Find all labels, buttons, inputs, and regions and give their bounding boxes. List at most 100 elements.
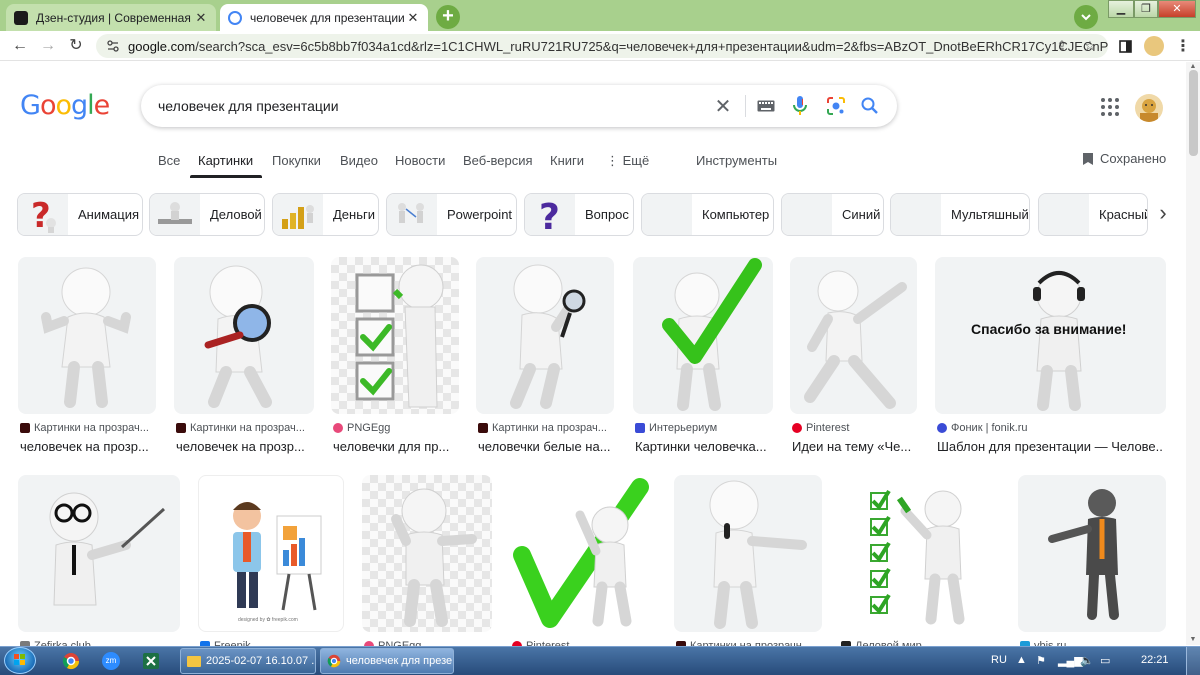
chip-business[interactable]: Деловой xyxy=(149,193,265,236)
nav-tab-images[interactable]: Картинки xyxy=(198,153,253,168)
result-source[interactable]: Картинки на прозрач... xyxy=(20,422,154,434)
minimize-button[interactable]: ▁ xyxy=(1108,0,1134,18)
language-indicator[interactable]: RU xyxy=(991,654,1007,666)
result-title[interactable]: человечки белые на... xyxy=(478,439,612,454)
result-title[interactable]: человечек на прозр... xyxy=(20,439,154,454)
keyboard-icon[interactable] xyxy=(755,95,777,117)
clock[interactable]: 22:21 xyxy=(1141,654,1169,666)
image-result[interactable]: Интерьериум Картинки человечка... xyxy=(633,257,773,457)
nav-tab-more[interactable]: ⋮ Ещё xyxy=(606,153,649,169)
nav-tab-shopping[interactable]: Покупки xyxy=(272,153,321,168)
site-info-icon[interactable] xyxy=(106,39,120,53)
chip-computer[interactable]: Компьютер xyxy=(641,193,774,236)
result-source[interactable]: Pinterest xyxy=(792,422,915,434)
account-avatar[interactable] xyxy=(1135,94,1163,122)
scrollbar-thumb[interactable] xyxy=(1189,70,1198,156)
close-tab-icon[interactable]: ✕ xyxy=(194,10,208,26)
image-result[interactable]: PNGEgg xyxy=(362,475,492,652)
image-result[interactable]: Картинки на прозрач... человечек на проз… xyxy=(174,257,314,457)
image-result[interactable]: vbis.ru xyxy=(1018,475,1166,652)
scroll-down-icon[interactable]: ▼ xyxy=(1188,636,1198,644)
volume-icon[interactable]: 🔈 xyxy=(1080,654,1094,667)
result-image[interactable] xyxy=(18,257,156,414)
nav-tab-books[interactable]: Книги xyxy=(550,153,584,168)
forward-icon[interactable]: → xyxy=(38,36,58,56)
google-apps-icon[interactable] xyxy=(1101,98,1119,116)
close-tab-icon[interactable]: ✕ xyxy=(406,10,420,26)
nav-tab-web[interactable]: Веб-версия xyxy=(463,153,533,168)
result-image[interactable] xyxy=(1018,475,1166,632)
flag-icon[interactable]: ⚑ xyxy=(1036,654,1046,667)
chips-next-icon[interactable]: › xyxy=(1148,193,1178,236)
tab-google-search[interactable]: человечек для презентации - П ✕ xyxy=(220,4,428,31)
result-image[interactable] xyxy=(331,257,459,414)
new-tab-button[interactable]: + xyxy=(436,5,460,29)
chip-powerpoint[interactable]: Powerpoint xyxy=(386,193,517,236)
browser-menu-icon[interactable]: ⋮ xyxy=(1175,38,1191,55)
result-image[interactable] xyxy=(510,475,656,632)
image-result[interactable]: Картинки на прозрач... человечки белые н… xyxy=(476,257,614,457)
result-image[interactable] xyxy=(198,475,344,632)
chip-cartoon[interactable]: Мультяшный xyxy=(890,193,1030,236)
chip-animation[interactable]: ? Анимация xyxy=(17,193,143,236)
result-title[interactable]: Картинки человечка... xyxy=(635,439,771,454)
nav-tab-all[interactable]: Все xyxy=(158,153,180,168)
share-icon[interactable]: ⇪ xyxy=(1054,38,1070,54)
battery-icon[interactable]: ▭ xyxy=(1100,654,1110,667)
image-result[interactable]: Спасибо за внимание! Фоник | fonik.ru Ша… xyxy=(935,257,1166,457)
search-box[interactable]: человечек для презентации ✕ xyxy=(141,85,897,127)
result-source[interactable]: Фоник | fonik.ru xyxy=(937,422,1164,434)
image-result[interactable]: PNGEgg человечки для пр... xyxy=(331,257,459,457)
bookmark-star-icon[interactable]: ☆ xyxy=(1082,38,1098,54)
side-panel-icon[interactable] xyxy=(1117,38,1133,54)
show-hidden-icons-icon[interactable]: ▲ xyxy=(1016,654,1027,666)
google-logo[interactable]: Google xyxy=(20,90,110,121)
saved-button[interactable]: Сохранено xyxy=(1082,151,1166,166)
chip-money[interactable]: Деньги xyxy=(272,193,379,236)
result-image[interactable] xyxy=(174,257,314,414)
result-image[interactable] xyxy=(790,257,917,414)
image-result[interactable]: Pinterest Идеи на тему «Че... xyxy=(790,257,917,457)
result-image[interactable] xyxy=(476,257,614,414)
result-image[interactable] xyxy=(362,475,492,632)
result-image[interactable] xyxy=(633,257,773,414)
profile-avatar-icon[interactable] xyxy=(1144,36,1164,56)
result-title[interactable]: человечек на прозр... xyxy=(176,439,312,454)
result-title[interactable]: человечки для пр... xyxy=(333,439,457,454)
taskbar-folder-window[interactable]: 2025-02-07 16.10.07 ... xyxy=(180,648,316,674)
search-input[interactable]: человечек для презентации xyxy=(158,98,897,114)
zoom-pinned-icon[interactable]: zm xyxy=(92,649,130,673)
image-result[interactable]: designed by ✿ freepik.com Freepik xyxy=(198,475,344,652)
clear-search-icon[interactable]: ✕ xyxy=(712,95,734,118)
excel-pinned-icon[interactable] xyxy=(132,649,170,673)
back-icon[interactable]: ← xyxy=(10,36,30,56)
result-image[interactable] xyxy=(839,475,1001,632)
result-source[interactable]: Интерьериум xyxy=(635,422,771,434)
image-result[interactable]: Pinterest xyxy=(510,475,656,652)
tab-dzen-studio[interactable]: Дзен-студия | Современная адм ✕ xyxy=(6,4,216,31)
result-source[interactable]: Картинки на прозрач... xyxy=(478,422,612,434)
taskbar-chrome-window[interactable]: человечек для презе... xyxy=(320,648,454,674)
result-source[interactable]: Картинки на прозрач... xyxy=(176,422,312,434)
result-image[interactable] xyxy=(18,475,180,632)
nav-tab-news[interactable]: Новости xyxy=(395,153,445,168)
lens-search-icon[interactable] xyxy=(825,95,847,117)
chrome-pinned-icon[interactable] xyxy=(52,649,90,673)
voice-search-icon[interactable] xyxy=(789,95,811,117)
address-bar[interactable]: google.com/search?sca_esv=6c5b8bb7f034a1… xyxy=(96,34,1108,58)
tools-button[interactable]: Инструменты xyxy=(696,153,777,168)
result-title[interactable]: Шаблон для презентации — Челове... xyxy=(937,439,1164,454)
restore-button[interactable]: ❐ xyxy=(1134,0,1158,18)
chip-question[interactable]: ? Вопрос xyxy=(524,193,634,236)
chip-red[interactable]: Красный xyxy=(1038,193,1148,236)
image-result[interactable]: Картинки на прозрачн... xyxy=(674,475,822,652)
search-icon[interactable] xyxy=(859,95,881,117)
image-result[interactable]: Картинки на прозрач... человечек на проз… xyxy=(18,257,156,457)
result-image[interactable] xyxy=(674,475,822,632)
reload-icon[interactable]: ↻ xyxy=(66,36,86,56)
chip-blue[interactable]: Синий xyxy=(781,193,884,236)
image-result[interactable]: Деловой мир xyxy=(839,475,1001,652)
network-signal-icon[interactable]: ▂▄▆ xyxy=(1058,654,1083,667)
start-button[interactable] xyxy=(4,647,36,674)
nav-tab-video[interactable]: Видео xyxy=(340,153,378,168)
